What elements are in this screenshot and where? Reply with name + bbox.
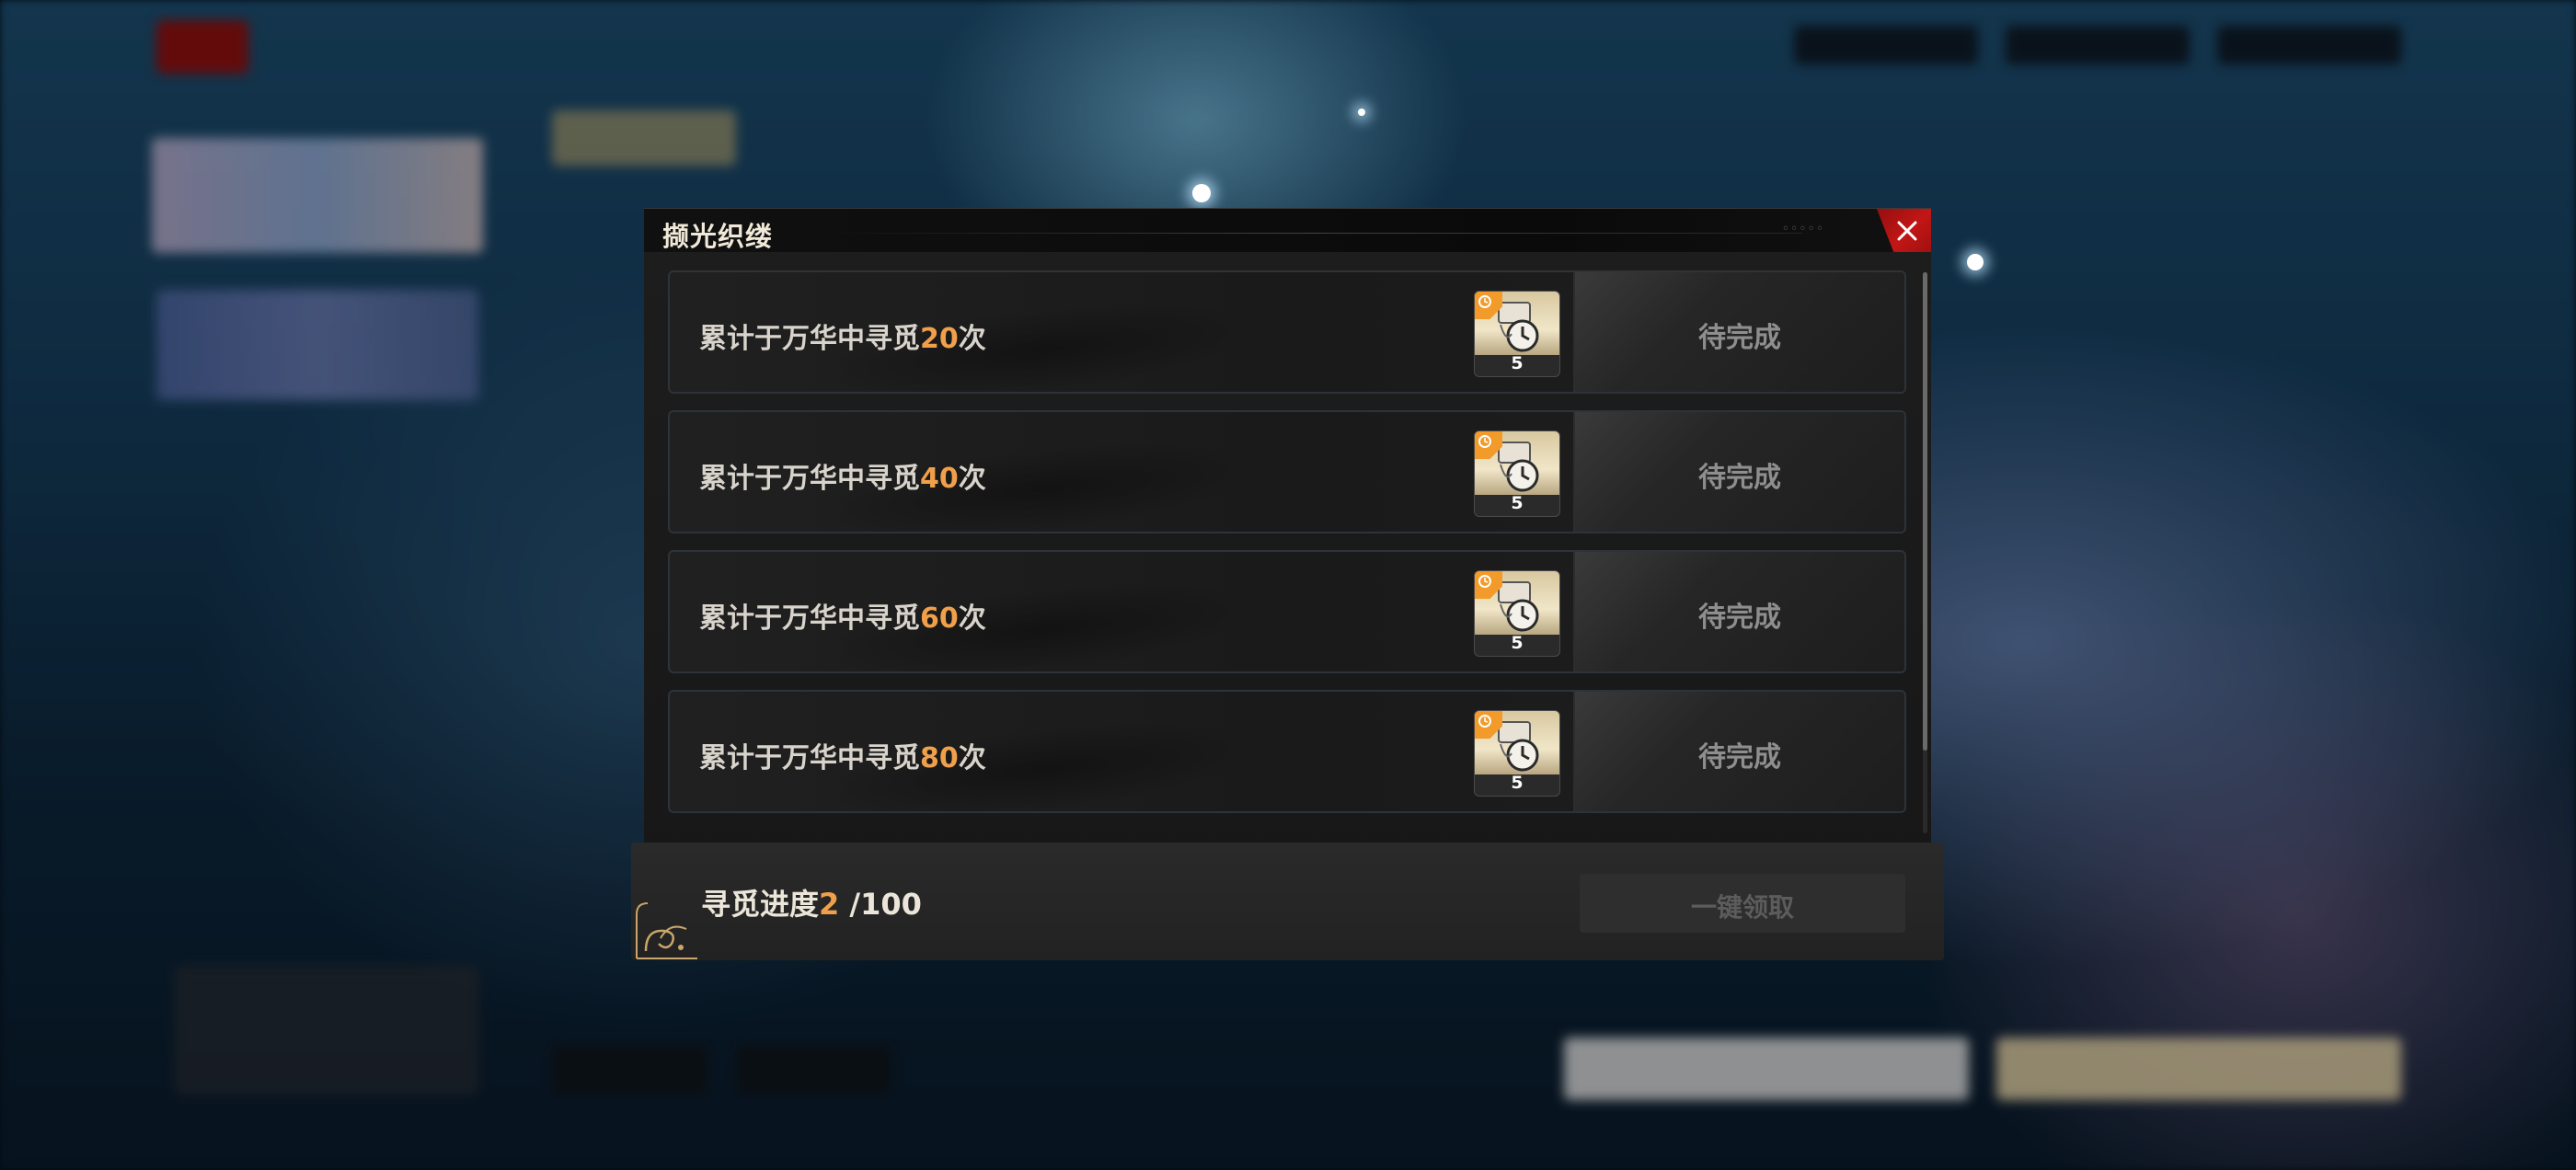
task-status-label: 待完成	[1698, 462, 1781, 494]
sparkle	[1192, 184, 1211, 202]
reward-count: 5	[1511, 773, 1524, 793]
title-divider	[819, 233, 1802, 234]
progress-total: /100	[839, 887, 922, 922]
search-progress: 寻觅进度2 /100	[701, 887, 922, 922]
task-target-count: 20	[920, 323, 959, 355]
task-status-label: 待完成	[1698, 741, 1781, 774]
task-description: 累计于万华中寻觅40次	[699, 463, 986, 495]
claim-all-button[interactable]: 一键领取	[1580, 874, 1905, 933]
reward-item[interactable]: 5	[1474, 430, 1560, 517]
sparkle	[1358, 109, 1365, 116]
progress-current: 2	[819, 887, 840, 922]
dialog-footer: 寻觅进度2 /100 一键领取	[631, 843, 1944, 960]
title-decoration: ◦◦◦◦◦	[1781, 222, 1824, 236]
close-icon	[1897, 221, 1917, 241]
reward-count: 5	[1511, 493, 1524, 513]
reward-item[interactable]: 5	[1474, 291, 1560, 377]
task-description: 累计于万华中寻觅80次	[699, 742, 986, 774]
dialog-title-bar: 撷光织缕 ◦◦◦◦◦	[644, 208, 1931, 253]
task-target-count: 60	[920, 602, 959, 635]
task-status-button[interactable]: 待完成	[1573, 272, 1904, 392]
dialog-body: 累计于万华中寻觅20次 5 待完成 累计于万华中寻觅40次 5 待完成 累计于万…	[644, 252, 1931, 870]
dialog-title: 撷光织缕	[662, 221, 774, 252]
reward-item[interactable]: 5	[1474, 570, 1560, 657]
task-target-count: 80	[920, 742, 959, 774]
task-row: 累计于万华中寻觅40次 5 待完成	[668, 410, 1906, 533]
task-status-button[interactable]: 待完成	[1573, 692, 1904, 811]
scrollbar[interactable]	[1923, 272, 1927, 833]
task-description: 累计于万华中寻觅60次	[699, 602, 986, 635]
task-row: 累计于万华中寻觅20次 5 待完成	[668, 270, 1906, 394]
scroll-ornament-icon	[636, 902, 697, 959]
sparkle	[1967, 254, 1984, 270]
task-description: 累计于万华中寻觅20次	[699, 323, 986, 355]
reward-item[interactable]: 5	[1474, 710, 1560, 797]
task-dialog: 撷光织缕 ◦◦◦◦◦ 累计于万华中寻觅20次 5 待完成 累计于万华中寻觅40次…	[631, 208, 1944, 960]
task-status-label: 待完成	[1698, 602, 1781, 634]
task-list[interactable]: 累计于万华中寻觅20次 5 待完成 累计于万华中寻觅40次 5 待完成 累计于万…	[668, 270, 1906, 841]
scrollbar-thumb[interactable]	[1923, 272, 1927, 751]
task-status-button[interactable]: 待完成	[1573, 412, 1904, 532]
reward-count: 5	[1511, 633, 1524, 653]
task-target-count: 40	[920, 463, 959, 495]
claim-all-label: 一键领取	[1690, 892, 1794, 923]
close-button[interactable]	[1876, 209, 1931, 253]
reward-count: 5	[1511, 353, 1524, 373]
task-status-button[interactable]: 待完成	[1573, 552, 1904, 671]
task-status-label: 待完成	[1698, 322, 1781, 354]
task-row: 累计于万华中寻觅80次 5 待完成	[668, 690, 1906, 813]
task-row: 累计于万华中寻觅60次 5 待完成	[668, 550, 1906, 673]
